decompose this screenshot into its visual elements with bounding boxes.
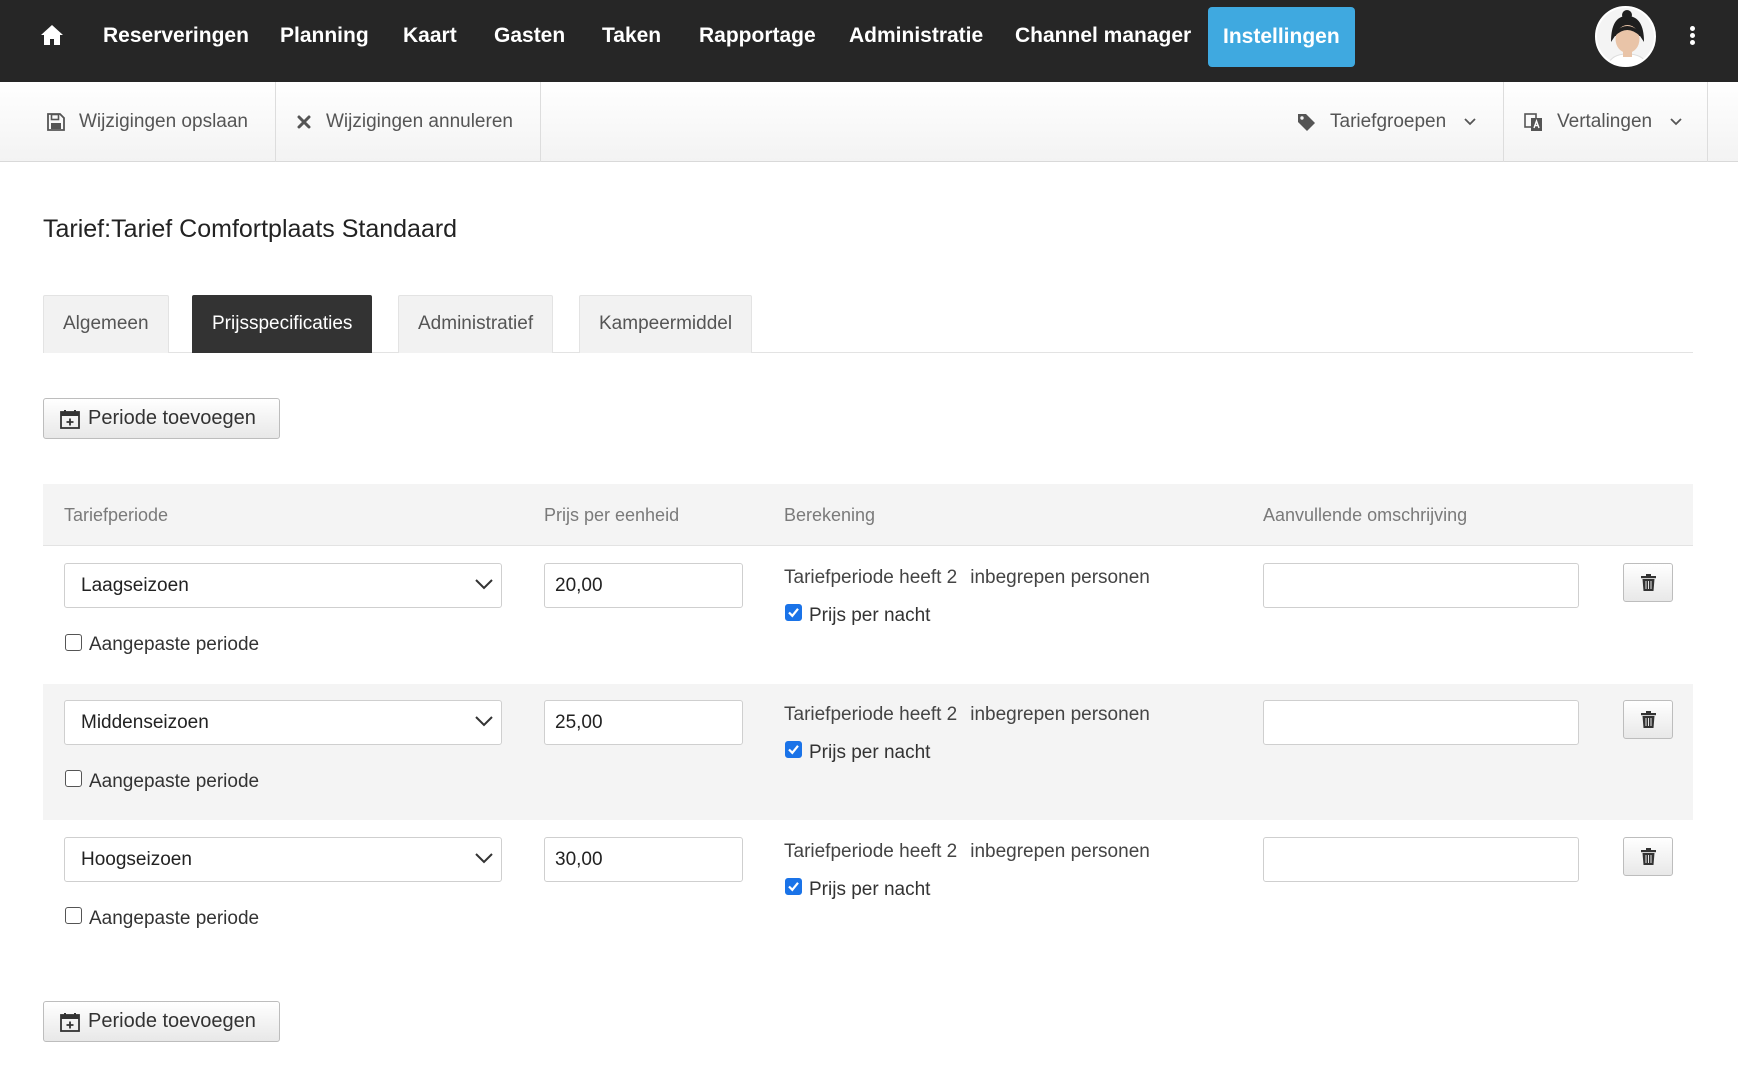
- tab-kampeermiddel[interactable]: Kampeermiddel: [579, 295, 753, 353]
- per-night-label: Prijs per nacht: [809, 742, 931, 763]
- chevron-down-icon: [475, 579, 493, 590]
- included-persons-text: Tariefperiode heeft 2: [784, 841, 958, 862]
- nav-item-instellingen[interactable]: Instellingen: [1208, 7, 1355, 67]
- custom-period-checkbox[interactable]: [65, 907, 82, 924]
- table-row: Laagseizoen Aangepaste periode 20,00 Tar…: [43, 547, 1693, 683]
- tag-icon: [1298, 113, 1315, 131]
- price-input[interactable]: 20,00: [544, 563, 743, 608]
- close-icon: [297, 115, 311, 129]
- column-header: Prijs per eenheid: [544, 505, 680, 525]
- add-period-button[interactable]: Periode toevoegen: [43, 398, 280, 439]
- custom-period-label: Aangepaste periode: [89, 634, 260, 655]
- period-select-value: Laagseizoen: [81, 575, 189, 596]
- cancel-changes-label: Wijzigingen annuleren: [326, 111, 513, 132]
- table-header: Tariefperiode Prijs per eenheid Berekeni…: [43, 484, 1693, 546]
- top-nav: Reserveringen Planning Kaart Gasten Take…: [0, 0, 1738, 82]
- toolbar-divider: [1707, 82, 1708, 162]
- save-changes-button[interactable]: Wijzigingen opslaan: [47, 82, 248, 162]
- kebab-menu-icon[interactable]: [1682, 24, 1702, 48]
- check-icon: [788, 882, 799, 892]
- nav-item-planning[interactable]: Planning: [280, 0, 369, 82]
- chevron-down-icon: [1670, 118, 1682, 126]
- column-header: Tariefperiode: [64, 505, 169, 525]
- floppy-disk-icon: [47, 113, 65, 131]
- price-input[interactable]: 25,00: [544, 700, 743, 745]
- included-persons-suffix: inbegrepen personen: [970, 704, 1150, 725]
- chevron-down-icon: [1464, 118, 1476, 126]
- avatar[interactable]: [1595, 6, 1656, 67]
- trash-icon: [1640, 848, 1656, 865]
- tab-administratief[interactable]: Administratief: [398, 295, 554, 353]
- nav-item-rapportage[interactable]: Rapportage: [699, 0, 816, 82]
- tariefgroepen-dropdown[interactable]: Tariefgroepen: [1297, 82, 1490, 162]
- calendar-plus-icon: [60, 409, 80, 429]
- per-night-label: Prijs per nacht: [809, 605, 931, 626]
- nav-item-gasten[interactable]: Gasten: [494, 0, 565, 82]
- tariefgroepen-label: Tariefgroepen: [1330, 111, 1447, 132]
- add-period-label: Periode toevoegen: [88, 1010, 256, 1032]
- trash-icon: [1640, 711, 1656, 728]
- period-select-value: Hoogseizoen: [81, 849, 192, 870]
- price-input[interactable]: 30,00: [544, 837, 743, 882]
- included-persons-text: Tariefperiode heeft 2: [784, 704, 958, 725]
- vertalingen-label: Vertalingen: [1557, 111, 1653, 132]
- custom-period-checkbox[interactable]: [65, 634, 82, 651]
- check-icon: [788, 608, 799, 618]
- nav-item-reserveringen[interactable]: Reserveringen: [103, 0, 249, 82]
- chevron-down-icon: [475, 853, 493, 864]
- description-input[interactable]: [1263, 563, 1579, 608]
- table-row: Middenseizoen Aangepaste periode 25,00 T…: [43, 684, 1693, 820]
- translate-icon: [1524, 112, 1542, 131]
- period-select[interactable]: Laagseizoen: [64, 563, 502, 608]
- nav-item-taken[interactable]: Taken: [602, 0, 661, 82]
- calculation-text: Tariefperiode heeft 2 inbegrepen personen: [784, 567, 1150, 589]
- delete-row-button[interactable]: [1623, 563, 1673, 602]
- add-period-label: Periode toevoegen: [88, 407, 256, 429]
- nav-item-kaart[interactable]: Kaart: [403, 0, 457, 82]
- tab-prijsspecificaties[interactable]: Prijsspecificaties: [192, 295, 373, 353]
- included-persons-text: Tariefperiode heeft 2: [784, 567, 958, 588]
- period-select[interactable]: Middenseizoen: [64, 700, 502, 745]
- calculation-text: Tariefperiode heeft 2 inbegrepen personen: [784, 704, 1150, 726]
- description-input[interactable]: [1263, 837, 1579, 882]
- per-night-checkbox[interactable]: [785, 604, 802, 621]
- toolbar-divider: [540, 82, 541, 162]
- column-header: Aanvullende omschrijving: [1263, 505, 1468, 525]
- page-title: Tarief:Tarief Comfortplaats Standaard: [43, 215, 458, 243]
- table-row: Hoogseizoen Aangepaste periode 30,00 Tar…: [43, 821, 1693, 957]
- home-icon[interactable]: [40, 24, 64, 48]
- description-input[interactable]: [1263, 700, 1579, 745]
- included-persons-suffix: inbegrepen personen: [970, 841, 1150, 862]
- check-icon: [788, 745, 799, 755]
- custom-period-label: Aangepaste periode: [89, 771, 260, 792]
- vertalingen-dropdown[interactable]: Vertalingen: [1524, 82, 1696, 162]
- tab-algemeen[interactable]: Algemeen: [43, 295, 169, 353]
- per-night-checkbox[interactable]: [785, 878, 802, 895]
- toolbar-divider: [275, 82, 276, 162]
- nav-item-administratie[interactable]: Administratie: [849, 0, 983, 82]
- trash-icon: [1640, 574, 1656, 591]
- period-select-value: Middenseizoen: [81, 712, 209, 733]
- nav-item-channel-manager[interactable]: Channel manager: [1015, 0, 1191, 82]
- custom-period-label: Aangepaste periode: [89, 908, 260, 929]
- delete-row-button[interactable]: [1623, 837, 1673, 876]
- chevron-down-icon: [475, 716, 493, 727]
- delete-row-button[interactable]: [1623, 700, 1673, 739]
- custom-period-checkbox[interactable]: [65, 770, 82, 787]
- per-night-checkbox[interactable]: [785, 741, 802, 758]
- toolbar-divider: [1503, 82, 1504, 162]
- period-select[interactable]: Hoogseizoen: [64, 837, 502, 882]
- cancel-changes-button[interactable]: Wijzigingen annuleren: [296, 82, 513, 162]
- included-persons-suffix: inbegrepen personen: [970, 567, 1150, 588]
- calculation-text: Tariefperiode heeft 2 inbegrepen personen: [784, 841, 1150, 863]
- calendar-plus-icon: [60, 1012, 80, 1032]
- save-changes-label: Wijzigingen opslaan: [79, 111, 248, 132]
- add-period-button[interactable]: Periode toevoegen: [43, 1001, 280, 1042]
- toolbar: Wijzigingen opslaan Wijzigingen annulere…: [0, 82, 1738, 162]
- column-header: Berekening: [784, 505, 876, 525]
- per-night-label: Prijs per nacht: [809, 879, 931, 900]
